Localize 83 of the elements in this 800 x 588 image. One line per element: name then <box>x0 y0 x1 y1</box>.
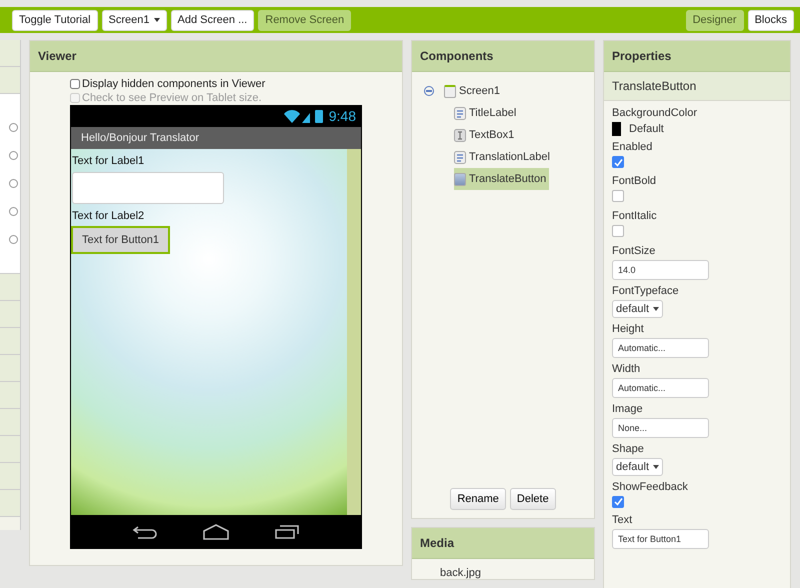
panel-title: Properties <box>604 41 790 72</box>
palette-row[interactable] <box>0 40 20 67</box>
panel-title: Components <box>412 41 594 72</box>
help-icon[interactable] <box>9 151 18 160</box>
palette-row[interactable] <box>0 301 20 328</box>
property-label: Shape <box>612 442 645 454</box>
collapse-icon[interactable] <box>424 86 434 96</box>
property-field[interactable]: 14.0 <box>612 260 709 280</box>
palette-row[interactable] <box>0 382 20 409</box>
help-icon[interactable] <box>9 123 18 132</box>
panel-button[interactable]: Delete <box>510 488 556 510</box>
property-label: Width <box>612 362 642 374</box>
back-icon[interactable] <box>132 524 158 540</box>
tree-item[interactable]: TranslationLabel <box>454 146 553 168</box>
property-dropdown[interactable]: default <box>612 458 664 476</box>
help-icon[interactable] <box>9 234 18 244</box>
checkbox[interactable] <box>612 190 624 202</box>
property-dropdown[interactable]: default <box>612 300 664 318</box>
property-label: FontItalic <box>612 210 658 222</box>
property-field[interactable]: None... <box>612 418 709 438</box>
palette-row[interactable] <box>0 355 20 382</box>
button-icon <box>454 172 466 186</box>
view-tab[interactable]: Blocks <box>748 10 794 30</box>
palette-row[interactable] <box>0 274 20 301</box>
view-tab[interactable]: Designer <box>686 10 744 30</box>
panel-title: Viewer <box>30 41 402 72</box>
screen-label[interactable]: Text for Label1 <box>71 153 146 169</box>
palette-row[interactable] <box>0 328 20 355</box>
help-icon[interactable] <box>9 206 18 216</box>
screen-button[interactable]: Text for Button1 <box>71 226 170 254</box>
checkbox[interactable] <box>612 496 624 508</box>
property-label: BackgroundColor <box>612 107 698 119</box>
tree-item-label: TextBox1 <box>469 129 514 141</box>
checkbox[interactable] <box>612 156 624 168</box>
property-label: Enabled <box>612 141 654 153</box>
checkbox-label: Display hidden components in Viewer <box>82 78 266 90</box>
screen-label[interactable]: Text for Label2 <box>71 208 146 224</box>
toolbar-button[interactable]: Toggle Tutorial <box>12 10 98 30</box>
property-label: FontSize <box>612 244 656 256</box>
home-icon[interactable] <box>202 524 230 540</box>
label-icon <box>454 106 466 120</box>
help-icon[interactable] <box>9 178 18 188</box>
palette-row[interactable] <box>0 409 20 436</box>
property-label: Image <box>612 402 644 414</box>
media-file[interactable]: back.jpg <box>440 567 594 579</box>
checkbox[interactable] <box>612 224 624 236</box>
textbox-icon <box>454 128 466 142</box>
status-icons <box>282 108 325 124</box>
tree-item[interactable]: Screen1 <box>459 85 500 97</box>
clock-text: 9:48 <box>328 108 356 124</box>
tree-item[interactable]: TranslateButton <box>454 168 550 190</box>
checkbox[interactable] <box>70 79 80 89</box>
toolbar-button[interactable]: Screen1 <box>102 10 167 30</box>
property-label: FontBold <box>612 174 658 186</box>
color-value: Default <box>629 123 664 135</box>
palette-row[interactable] <box>0 67 20 94</box>
panel-button[interactable]: Rename <box>450 488 506 510</box>
toolbar-button[interactable]: Add Screen ... <box>170 10 254 30</box>
property-label: Text <box>612 514 634 526</box>
palette-row[interactable] <box>0 490 20 517</box>
label-icon <box>454 150 466 164</box>
color-swatch[interactable] <box>612 122 621 136</box>
tree-item[interactable]: TextBox1 <box>454 124 518 146</box>
property-field[interactable]: Automatic... <box>612 378 709 398</box>
checkbox-label: Check to see Preview on Tablet size. <box>82 92 262 104</box>
tree-item-label: TitleLabel <box>469 107 516 119</box>
palette-row[interactable] <box>0 436 20 463</box>
palette-row[interactable] <box>0 463 20 490</box>
screen-textbox[interactable] <box>72 172 224 204</box>
property-label: FontTypeface <box>612 284 680 296</box>
tree-item-label: TranslationLabel <box>469 151 550 163</box>
property-field[interactable]: Text for Button1 <box>612 529 709 549</box>
tree-item[interactable]: TitleLabel <box>454 102 520 124</box>
property-label: ShowFeedback <box>612 480 689 492</box>
selected-component-name: TranslateButton <box>604 72 790 101</box>
tree-item-label: TranslateButton <box>469 173 546 185</box>
property-field[interactable]: Automatic... <box>612 338 709 358</box>
screen-icon <box>444 84 456 98</box>
recent-apps-icon[interactable] <box>274 524 300 540</box>
app-title-bar: Hello/Bonjour Translator <box>71 127 361 149</box>
caret-icon <box>154 18 160 22</box>
property-label: Height <box>612 322 645 334</box>
panel-title: Media <box>412 528 594 559</box>
